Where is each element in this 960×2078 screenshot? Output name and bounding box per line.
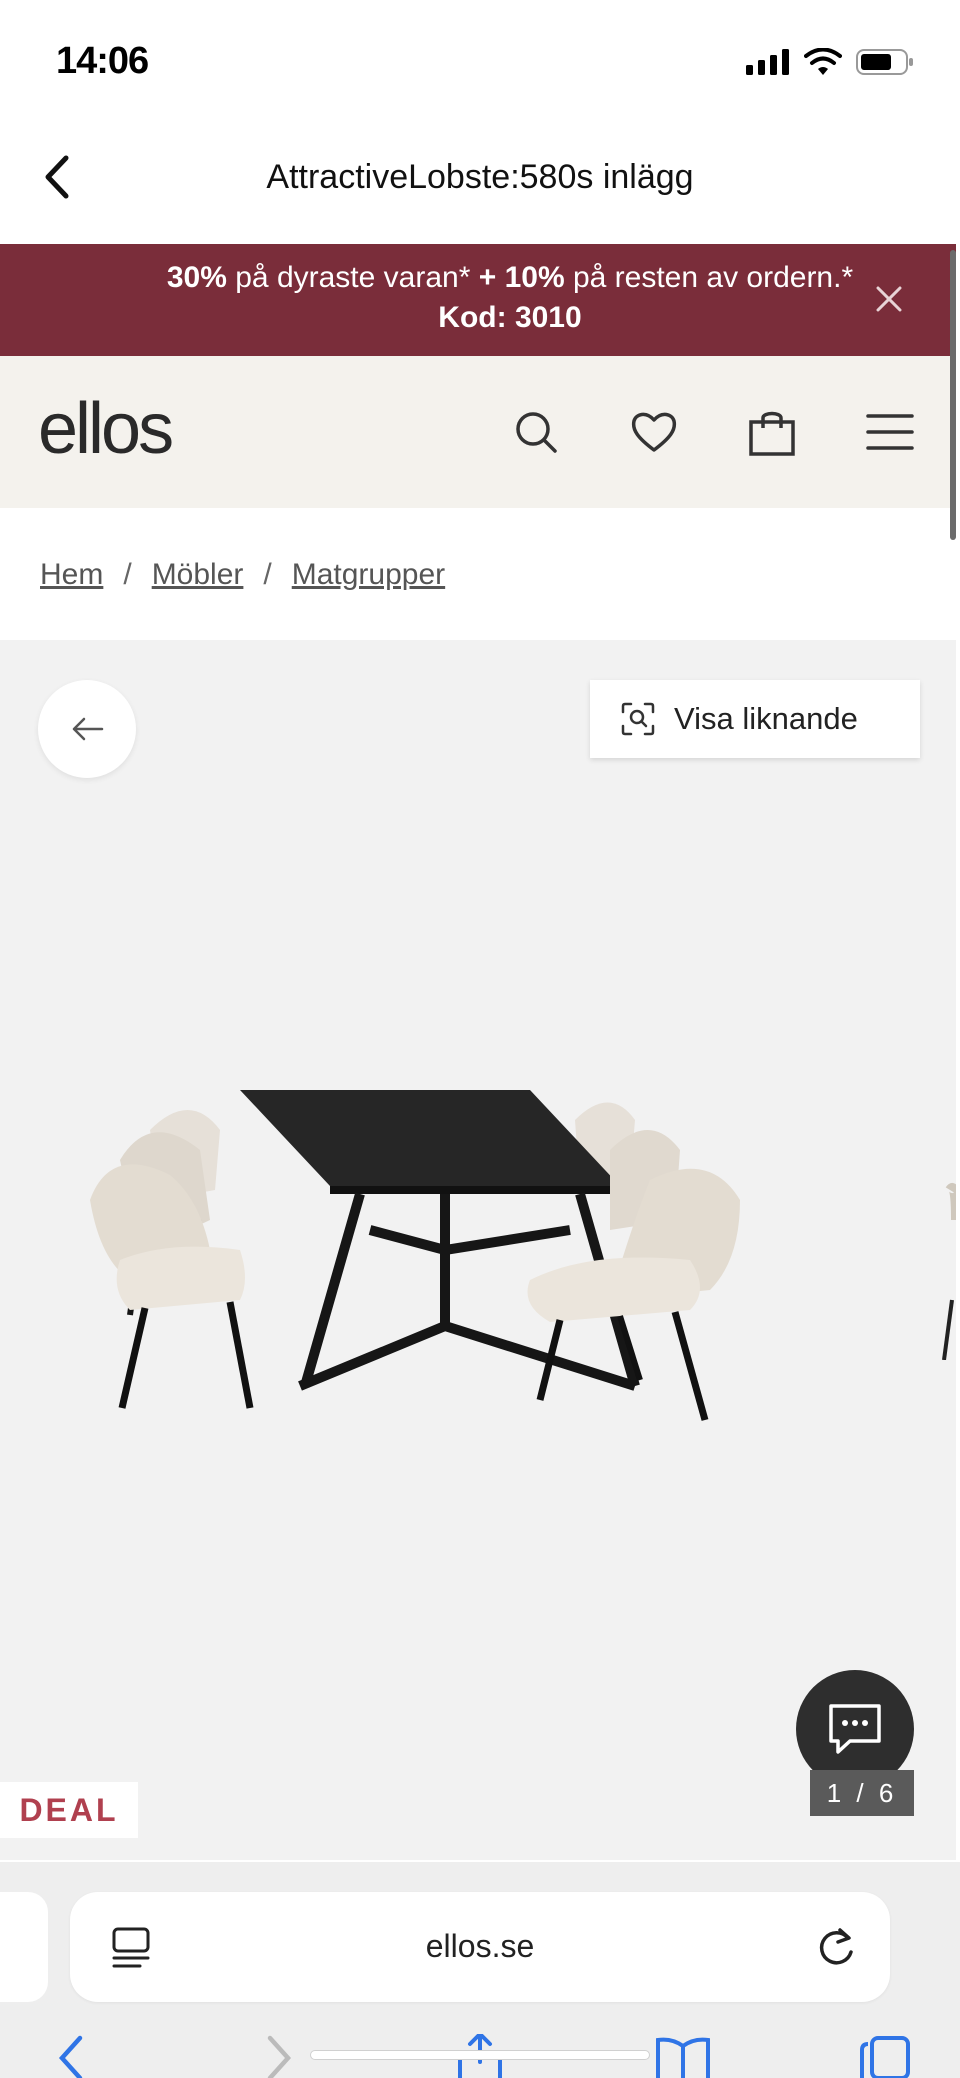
gallery-back-button[interactable] xyxy=(38,680,136,778)
product-gallery[interactable]: Visa liknande 1 / 6 DEAL xyxy=(0,640,956,1860)
table-edge xyxy=(330,1186,620,1194)
ellos-logo[interactable]: ellos xyxy=(38,388,174,470)
title-bar: AttractiveLobste:580s inlägg xyxy=(0,110,960,244)
site-header: ellos xyxy=(0,356,956,508)
promo-text: 30% på dyraste varan* + 10% på resten av… xyxy=(150,258,870,338)
status-time: 14:06 xyxy=(56,40,149,82)
breadcrumb-mobler[interactable]: Möbler xyxy=(152,558,244,592)
previous-tab-peek[interactable] xyxy=(0,1892,48,2002)
browser-back-icon[interactable] xyxy=(54,2034,88,2078)
show-similar-button[interactable]: Visa liknande xyxy=(590,680,920,758)
menu-icon[interactable] xyxy=(864,406,916,458)
breadcrumb-separator: / xyxy=(263,558,272,591)
breadcrumb-home[interactable]: Hem xyxy=(40,558,103,592)
close-icon[interactable] xyxy=(872,282,906,316)
browser-toolbar: ellos.se xyxy=(0,1862,960,2078)
arrow-left-icon xyxy=(72,717,104,741)
browser-forward-icon[interactable] xyxy=(262,2034,296,2078)
tabs-icon[interactable] xyxy=(858,2034,912,2078)
reload-icon[interactable] xyxy=(814,1924,858,1970)
next-image-peek xyxy=(942,1183,956,1360)
table-top xyxy=(240,1090,620,1186)
home-indicator[interactable] xyxy=(310,2050,650,2060)
chair-left-front xyxy=(90,1164,254,1409)
breadcrumb-matgrupper[interactable]: Matgrupper xyxy=(292,558,445,592)
page: 14:06 AttractiveLobste:580s inlägg 30% p… xyxy=(0,0,960,2078)
image-pager: 1 / 6 xyxy=(810,1770,914,1816)
battery-icon xyxy=(856,49,913,75)
bookmarks-icon[interactable] xyxy=(654,2034,712,2078)
status-icons xyxy=(746,44,914,80)
chat-icon xyxy=(829,1704,881,1754)
bag-icon[interactable] xyxy=(746,406,798,458)
visual-search-icon xyxy=(621,702,655,736)
product-image-dining-set xyxy=(90,1090,740,1421)
show-similar-label: Visa liknande xyxy=(674,701,858,736)
promo-banner[interactable]: 30% på dyraste varan* + 10% på resten av… xyxy=(0,244,956,356)
breadcrumb: Hem / Möbler / Matgrupper xyxy=(40,558,445,592)
address-bar[interactable]: ellos.se xyxy=(70,1892,890,2002)
post-title: AttractiveLobste:580s inlägg xyxy=(266,158,694,196)
promo-code: Kod: 3010 xyxy=(438,301,582,334)
promo-discount-main: 30% xyxy=(166,261,227,294)
signal-icon xyxy=(746,49,789,75)
wifi-icon xyxy=(804,48,842,75)
promo-discount-extra: + 10% xyxy=(478,261,565,294)
breadcrumb-separator: / xyxy=(123,558,132,591)
status-bar: 14:06 xyxy=(0,0,960,110)
heart-icon[interactable] xyxy=(628,406,680,458)
deal-badge: DEAL xyxy=(0,1782,138,1838)
promo-text-2: på resten av ordern.* xyxy=(564,261,854,294)
url-text: ellos.se xyxy=(425,1928,535,1964)
search-icon[interactable] xyxy=(510,406,562,458)
scrollbar[interactable] xyxy=(950,250,956,540)
promo-text-1: på dyraste varan* xyxy=(226,261,479,294)
